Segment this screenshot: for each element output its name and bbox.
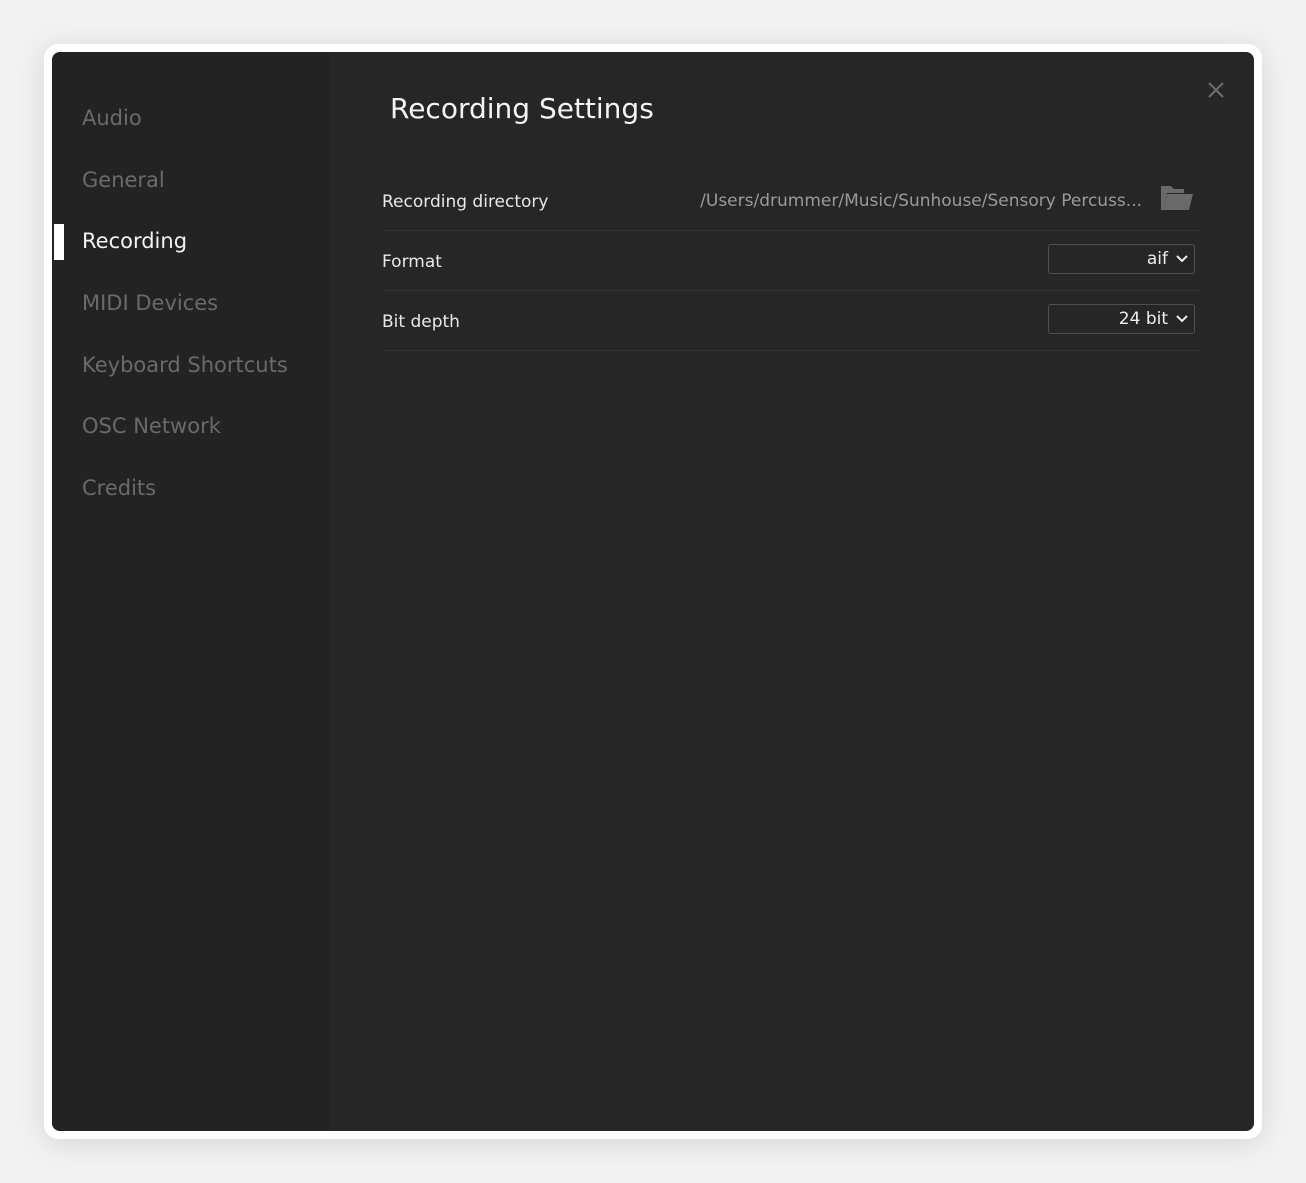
- close-icon: [1208, 82, 1224, 98]
- setting-row-format: Format aif: [382, 230, 1200, 291]
- setting-row-recording-directory: Recording directory /Users/drummer/Music…: [382, 170, 1200, 231]
- sidebar-item-credits[interactable]: Credits: [82, 476, 156, 500]
- chevron-down-icon: [1176, 255, 1188, 263]
- close-button[interactable]: [1204, 78, 1228, 102]
- bit-depth-value: 24 bit: [1118, 309, 1168, 329]
- sidebar-item-general[interactable]: General: [82, 168, 165, 192]
- sidebar-item-osc-network[interactable]: OSC Network: [82, 414, 221, 438]
- format-select[interactable]: aif: [1048, 244, 1195, 274]
- folder-open-icon: [1161, 186, 1193, 210]
- setting-row-bit-depth: Bit depth 24 bit: [382, 290, 1200, 351]
- settings-window: Audio General Recording MIDI Devices Key…: [52, 52, 1254, 1131]
- recording-directory-label: Recording directory: [382, 192, 549, 212]
- format-label: Format: [382, 252, 442, 272]
- bit-depth-select[interactable]: 24 bit: [1048, 304, 1195, 334]
- chevron-down-icon: [1176, 315, 1188, 323]
- recording-directory-path: /Users/drummer/Music/Sunhouse/Sensory Pe…: [700, 191, 1142, 211]
- sidebar-item-audio[interactable]: Audio: [82, 106, 142, 130]
- bit-depth-label: Bit depth: [382, 312, 460, 332]
- format-value: aif: [1146, 249, 1168, 269]
- browse-folder-button[interactable]: [1160, 184, 1194, 212]
- sidebar-item-recording[interactable]: Recording: [82, 229, 187, 253]
- active-indicator: [54, 224, 64, 260]
- sidebar-item-keyboard-shortcuts[interactable]: Keyboard Shortcuts: [82, 353, 288, 377]
- sidebar-item-midi-devices[interactable]: MIDI Devices: [82, 291, 218, 315]
- sidebar: Audio General Recording MIDI Devices Key…: [52, 52, 330, 1131]
- page-title: Recording Settings: [390, 92, 654, 125]
